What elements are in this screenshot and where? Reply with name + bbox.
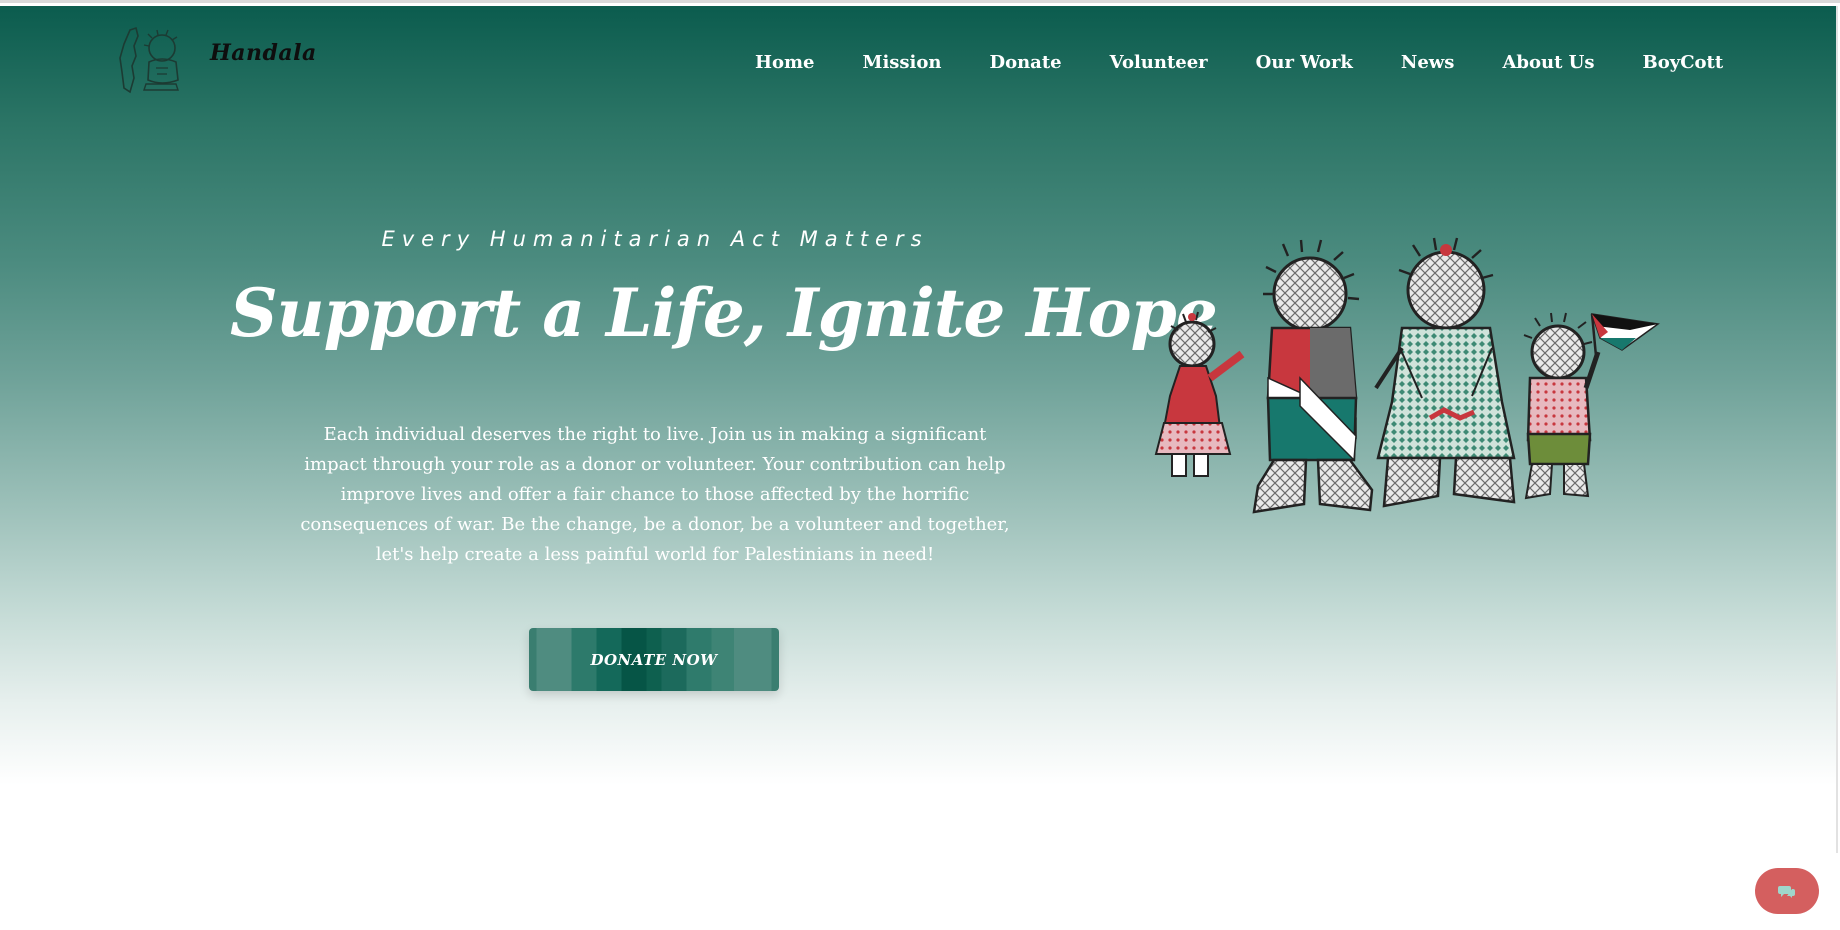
nav-boycott[interactable]: BoyCott — [1643, 52, 1724, 73]
handala-family-illustration — [1154, 237, 1660, 514]
main-nav: Home Mission Donate Volunteer Our Work N… — [755, 52, 1723, 73]
hero-headline: Support a Life, Ignite Hope — [230, 274, 1218, 352]
hero-section: Handala Home Mission Donate Volunteer Ou… — [0, 6, 1838, 853]
chat-button[interactable] — [1755, 868, 1819, 914]
page: Handala Home Mission Donate Volunteer Ou… — [0, 0, 1840, 930]
donate-now-button[interactable]: DONATE NOW — [529, 628, 779, 691]
nav-news[interactable]: News — [1401, 52, 1455, 73]
nav-our-work[interactable]: Our Work — [1256, 52, 1353, 73]
nav-about-us[interactable]: About Us — [1502, 52, 1594, 73]
nav-mission[interactable]: Mission — [863, 52, 942, 73]
nav-volunteer[interactable]: Volunteer — [1110, 52, 1208, 73]
handala-logo-icon[interactable] — [116, 22, 194, 96]
hero-kicker: Every Humanitarian Act Matters — [381, 227, 929, 251]
nav-home[interactable]: Home — [755, 52, 815, 73]
nav-donate[interactable]: Donate — [989, 52, 1061, 73]
chat-bubble-icon — [1778, 886, 1795, 898]
hero-paragraph: Each individual deserves the right to li… — [300, 424, 1010, 565]
brand-name[interactable]: Handala — [210, 40, 317, 66]
